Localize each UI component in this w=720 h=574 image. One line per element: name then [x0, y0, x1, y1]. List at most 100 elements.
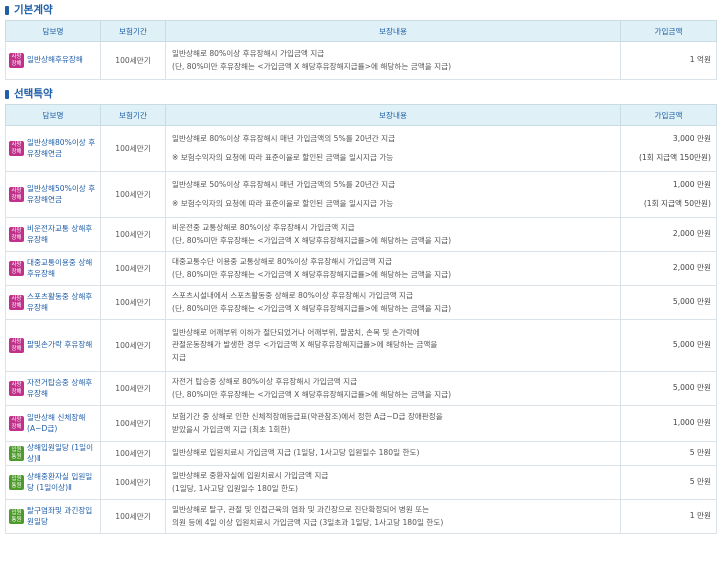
coverage-detail-cell: 일반상해로 80%이상 후유장해시 가입금액 지급 (단, 80%미만 후유장해는…: [165, 41, 621, 80]
header-coverage-name: 담보명: [5, 20, 101, 42]
period-cell: 100세만기: [100, 465, 166, 500]
period-cell: 100세만기: [100, 371, 166, 406]
table-row: 사망 장해 일반상해 신체장해(A~D급) 100세만기 보험기간 중 상해로 인한 신…: [5, 405, 717, 442]
coverage-name-cell: 사망 장해 팔및손가락 후유장해: [5, 319, 101, 372]
coverage-name-link[interactable]: 대중교통이용중 상해후유장해: [27, 258, 98, 279]
coverage-name-link[interactable]: 스포츠활동중 상해후유장해: [27, 292, 98, 313]
table-row: 사망 장해 일반상해후유장해 100세만기 일반상해로 80%이상 후유장해시 가입금액…: [5, 41, 717, 80]
period-cell: 100세만기: [100, 125, 166, 172]
table-row: 사망 장해 비운전자교통 상해후유장해 100세만기 비운전중 교통상해로 80%이상 …: [5, 217, 717, 252]
coverage-name-wrap: 입원 통원 상해중환자실 입원일당 (1일이상)Ⅱ: [9, 472, 98, 493]
badge-line-1: 사망: [11, 187, 22, 194]
amount-cell: 5,000 만원: [620, 319, 717, 372]
table-row: 사망 장해 대중교통이용중 상해후유장해 100세만기 대중교통수단 이용중 교통상해로…: [5, 251, 717, 286]
header-period: 보험기간: [100, 20, 166, 42]
amount-value: 5,000 만원: [672, 340, 711, 350]
death-disability-badge-icon: 사망 장해: [9, 416, 24, 431]
detail-line: 일반상해로 어깨부위 이하가 절단되었거나 어깨부위, 팔꿈치, 손목 및 손가…: [172, 327, 420, 337]
detail-line: 일반상해로 입원치료시 가입금액 지급 (1일당, 1사고당 입원일수 180일…: [172, 448, 420, 458]
table-row: 사망 장해 일반상해80%이상 후유장해연금 100세만기 일반상해로 80%이상 후유…: [5, 125, 717, 172]
detail-line: 일반상해로 중환자실에 입원치료시 가입금액 지급: [172, 471, 329, 480]
badge-line-1: 입원: [11, 509, 22, 516]
detail-line: 의원 등에 4일 이상 입원치료시 가입금액 지급 (3일초과 1일당, 1사고…: [172, 517, 444, 527]
badge-line-2: 장해: [11, 302, 22, 309]
detail-line: 일반상해로 80%이상 후유장해시 매년 가입금액의 5%를 20년간 지급: [172, 134, 396, 143]
coverage-name-link[interactable]: 자전거탑승중 상해후유장해: [27, 378, 98, 399]
coverage-name-link[interactable]: 일반상해50%이상 후유장해연금: [27, 184, 98, 205]
coverage-detail-cell: 일반상해로 80%이상 후유장해시 매년 가입금액의 5%를 20년간 지급 ※ …: [165, 125, 621, 172]
coverage-name-wrap: 사망 장해 자전거탑승중 상해후유장해: [9, 378, 98, 399]
amount-per-payment: (1회 지급액 50만원): [643, 198, 711, 208]
coverage-name-wrap: 사망 장해 팔및손가락 후유장해: [9, 338, 98, 353]
period-cell: 100세만기: [100, 405, 166, 442]
badge-line-2: 장해: [11, 423, 22, 430]
badge-line-2: 장해: [11, 268, 22, 275]
detail-line: (단, 80%미만 후유장해는 <가입금액 X 해당후유장해지급률>에 해당하는…: [172, 61, 452, 71]
coverage-name-link[interactable]: 비운전자교통 상해후유장해: [27, 224, 98, 245]
death-disability-badge-icon: 사망 장해: [9, 338, 24, 353]
coverage-name-link[interactable]: 일반상해80%이상 후유장해연금: [27, 138, 98, 159]
coverage-name-link[interactable]: 상해입원일당 (1일이상)Ⅱ: [27, 443, 98, 464]
coverage-name-cell: 사망 장해 스포츠활동중 상해후유장해: [5, 285, 101, 320]
badge-line-1: 입원: [11, 475, 22, 482]
period-cell: 100세만기: [100, 499, 166, 534]
amount-cell: 2,000 만원: [620, 251, 717, 286]
coverage-name-link[interactable]: 일반상해 신체장해(A~D급): [27, 413, 98, 434]
hospital-badge-icon: 입원 통원: [9, 509, 24, 524]
coverage-name-link[interactable]: 팔및손가락 후유장해: [27, 340, 92, 351]
coverage-name-cell: 사망 장해 일반상해 신체장해(A~D급): [5, 405, 101, 442]
period-cell: 100세만기: [100, 251, 166, 286]
table-row: 입원 통원 상해입원일당 (1일이상)Ⅱ 100세만기 일반상해로 입원치료시 가입금액…: [5, 441, 717, 466]
death-disability-badge-icon: 사망 장해: [9, 53, 24, 68]
coverage-name-link[interactable]: 상해중환자실 입원일당 (1일이상)Ⅱ: [27, 472, 98, 493]
detail-line: 보험기간 중 상해로 인한 신체적장애등급표(약관참조)에서 정한 A급~D급 …: [172, 412, 443, 421]
period-cell: 100세만기: [100, 285, 166, 320]
detail-line: 비운전중 교통상해로 80%이상 후유장해시 가입금액 지급: [172, 223, 355, 232]
death-disability-badge-icon: 사망 장해: [9, 381, 24, 396]
coverage-name-wrap: 입원 통원 탈구염좌및 과긴장입원일당: [9, 506, 98, 527]
badge-line-2: 장해: [11, 60, 22, 67]
detail-line: (단, 80%미만 후유장해는 <가입금액 X 해당후유장해지급률>에 해당하는…: [172, 235, 452, 245]
amount-cell: 2,000 만원: [620, 217, 717, 252]
amount-value: 5 만원: [689, 477, 711, 487]
header-amount: 가입금액: [620, 104, 717, 126]
amount-cell: 1,000 만원 (1회 지급액 50만원): [620, 171, 717, 218]
hospital-badge-icon: 입원 통원: [9, 475, 24, 490]
header-coverage-detail: 보장내용: [165, 104, 621, 126]
amount-value: 1 억원: [689, 55, 711, 65]
coverage-name-link[interactable]: 탈구염좌및 과긴장입원일당: [27, 506, 98, 527]
amount-cell: 1 억원: [620, 41, 717, 80]
table-row: 사망 장해 팔및손가락 후유장해 100세만기 일반상해로 어깨부위 이하가 절단되었거…: [5, 319, 717, 372]
coverage-name-wrap: 사망 장해 대중교통이용중 상해후유장해: [9, 258, 98, 279]
coverage-detail-cell: 비운전중 교통상해로 80%이상 후유장해시 가입금액 지급 (단, 80%미만 …: [165, 217, 621, 252]
coverage-name-cell: 사망 장해 일반상해80%이상 후유장해연금: [5, 125, 101, 172]
coverage-name-cell: 사망 장해 대중교통이용중 상해후유장해: [5, 251, 101, 286]
coverage-detail-cell: 일반상해로 50%이상 후유장해시 매년 가입금액의 5%를 20년간 지급 ※ …: [165, 171, 621, 218]
optional-rider-table: 담보명 보험기간 보장내용 가입금액 사망 장해 일반상해80%이상 후유장해연금 1…: [5, 104, 717, 534]
detail-line: 스포츠시설내에서 스포츠활동중 상해로 80%이상 후유장해시 가입금액 지급: [172, 291, 413, 300]
badge-line-1: 사망: [11, 227, 22, 234]
period-cell: 100세만기: [100, 319, 166, 372]
amount-cell: 5,000 만원: [620, 285, 717, 320]
amount-value: 5 만원: [689, 448, 711, 458]
optional-section-title: 선택특약: [0, 84, 720, 104]
coverage-name-link[interactable]: 일반상해후유장해: [27, 55, 83, 66]
amount-cell: 5,000 만원: [620, 371, 717, 406]
header-coverage-detail: 보장내용: [165, 20, 621, 42]
header-amount: 가입금액: [620, 20, 717, 42]
period-cell: 100세만기: [100, 217, 166, 252]
amount-value: 2,000 만원: [672, 229, 711, 239]
amount-value: 5,000 만원: [672, 297, 711, 307]
coverage-name-wrap: 입원 통원 상해입원일당 (1일이상)Ⅱ: [9, 443, 98, 464]
coverage-name-wrap: 사망 장해 비운전자교통 상해후유장해: [9, 224, 98, 245]
coverage-name-wrap: 사망 장해 일반상해80%이상 후유장해연금: [9, 138, 98, 159]
badge-line-1: 입원: [11, 446, 22, 453]
death-disability-badge-icon: 사망 장해: [9, 261, 24, 276]
period-cell: 100세만기: [100, 41, 166, 80]
detail-note: ※ 보험수익자의 요청에 따라 표준이율로 할인된 금액을 일시지급 가능: [172, 198, 394, 208]
badge-line-2: 통원: [11, 482, 22, 489]
badge-line-2: 장해: [11, 388, 22, 395]
death-disability-badge-icon: 사망 장해: [9, 187, 24, 202]
table-row: 사망 장해 일반상해50%이상 후유장해연금 100세만기 일반상해로 50%이상 후유…: [5, 171, 717, 218]
badge-line-1: 사망: [11, 295, 22, 302]
